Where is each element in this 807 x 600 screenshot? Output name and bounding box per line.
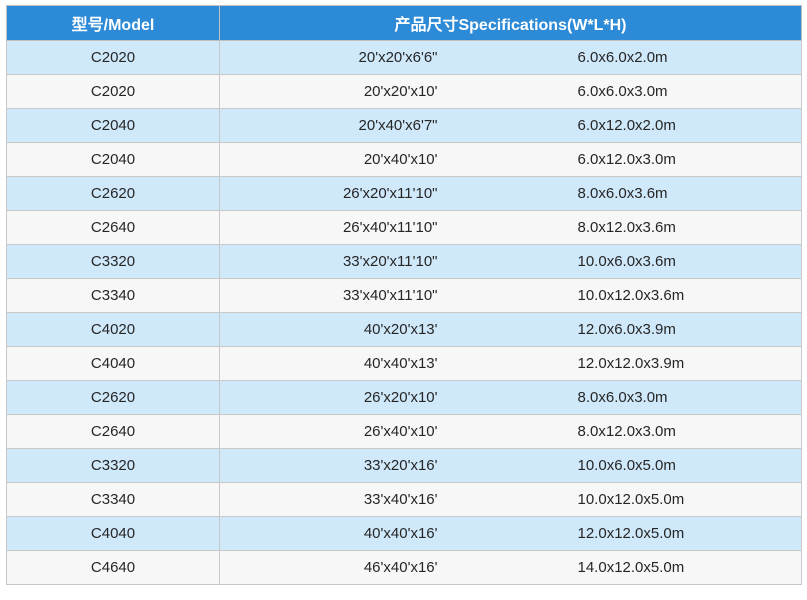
model-cell: C2640 (6, 414, 220, 449)
spec-column-header: 产品尺寸Specifications(W*L*H) (219, 5, 802, 41)
model-cell: C2040 (6, 108, 220, 143)
table-row: C2040 20'x40'x6'7" 6.0x12.0x2.0m (6, 108, 802, 143)
metric-size-cell: 12.0x6.0x3.9m (453, 312, 802, 347)
table-row: C2620 26'x20'x11'10" 8.0x6.0x3.6m (6, 176, 802, 211)
model-cell: C2020 (6, 74, 220, 109)
imperial-size-cell: 26'x40'x11'10" (219, 210, 454, 245)
table-row: C3340 33'x40'x16' 10.0x12.0x5.0m (6, 482, 802, 517)
model-cell: C3320 (6, 448, 220, 483)
metric-size-cell: 8.0x12.0x3.6m (453, 210, 802, 245)
table-row: C3320 33'x20'x11'10" 10.0x6.0x3.6m (6, 244, 802, 279)
imperial-size-cell: 26'x20'x11'10" (219, 176, 454, 211)
imperial-size-cell: 46'x40'x16' (219, 550, 454, 585)
spec-table: 型号/Model 产品尺寸Specifications(W*L*H) C2020… (6, 5, 802, 585)
table-row: C4040 40'x40'x13' 12.0x12.0x3.9m (6, 346, 802, 381)
imperial-size-cell: 40'x40'x16' (219, 516, 454, 551)
model-cell: C4040 (6, 346, 220, 381)
model-cell: C4040 (6, 516, 220, 551)
imperial-size-cell: 33'x20'x11'10" (219, 244, 454, 279)
metric-size-cell: 12.0x12.0x3.9m (453, 346, 802, 381)
metric-size-cell: 8.0x12.0x3.0m (453, 414, 802, 449)
metric-size-cell: 8.0x6.0x3.0m (453, 380, 802, 415)
model-cell: C4640 (6, 550, 220, 585)
table-row: C4640 46'x40'x16' 14.0x12.0x5.0m (6, 550, 802, 585)
metric-size-cell: 6.0x12.0x2.0m (453, 108, 802, 143)
model-cell: C2640 (6, 210, 220, 245)
model-cell: C2620 (6, 380, 220, 415)
table-row: C3320 33'x20'x16' 10.0x6.0x5.0m (6, 448, 802, 483)
metric-size-cell: 6.0x12.0x3.0m (453, 142, 802, 177)
imperial-size-cell: 26'x20'x10' (219, 380, 454, 415)
metric-size-cell: 12.0x12.0x5.0m (453, 516, 802, 551)
table-row: C2020 20'x20'x10' 6.0x6.0x3.0m (6, 74, 802, 109)
table-row: C4020 40'x20'x13' 12.0x6.0x3.9m (6, 312, 802, 347)
table-row: C2620 26'x20'x10' 8.0x6.0x3.0m (6, 380, 802, 415)
model-cell: C2040 (6, 142, 220, 177)
imperial-size-cell: 20'x20'x10' (219, 74, 454, 109)
model-cell: C4020 (6, 312, 220, 347)
metric-size-cell: 14.0x12.0x5.0m (453, 550, 802, 585)
spec-table-container: 型号/Model 产品尺寸Specifications(W*L*H) C2020… (6, 5, 802, 585)
imperial-size-cell: 33'x40'x11'10" (219, 278, 454, 313)
table-row: C3340 33'x40'x11'10" 10.0x12.0x3.6m (6, 278, 802, 313)
model-cell: C3320 (6, 244, 220, 279)
metric-size-cell: 8.0x6.0x3.6m (453, 176, 802, 211)
model-column-header: 型号/Model (6, 5, 220, 41)
imperial-size-cell: 26'x40'x10' (219, 414, 454, 449)
table-body: C2020 20'x20'x6'6" 6.0x6.0x2.0m C2020 20'x20… (6, 40, 802, 585)
metric-size-cell: 10.0x6.0x5.0m (453, 448, 802, 483)
metric-size-cell: 6.0x6.0x2.0m (453, 40, 802, 75)
imperial-size-cell: 33'x20'x16' (219, 448, 454, 483)
imperial-size-cell: 20'x40'x10' (219, 142, 454, 177)
model-cell: C2620 (6, 176, 220, 211)
model-cell: C3340 (6, 278, 220, 313)
table-row: C2040 20'x40'x10' 6.0x12.0x3.0m (6, 142, 802, 177)
imperial-size-cell: 33'x40'x16' (219, 482, 454, 517)
table-row: C4040 40'x40'x16' 12.0x12.0x5.0m (6, 516, 802, 551)
metric-size-cell: 10.0x12.0x5.0m (453, 482, 802, 517)
model-cell: C3340 (6, 482, 220, 517)
metric-size-cell: 6.0x6.0x3.0m (453, 74, 802, 109)
table-row: C2640 26'x40'x11'10" 8.0x12.0x3.6m (6, 210, 802, 245)
table-row: C2640 26'x40'x10' 8.0x12.0x3.0m (6, 414, 802, 449)
metric-size-cell: 10.0x12.0x3.6m (453, 278, 802, 313)
imperial-size-cell: 20'x40'x6'7" (219, 108, 454, 143)
imperial-size-cell: 20'x20'x6'6" (219, 40, 454, 75)
imperial-size-cell: 40'x40'x13' (219, 346, 454, 381)
imperial-size-cell: 40'x20'x13' (219, 312, 454, 347)
table-header-row: 型号/Model 产品尺寸Specifications(W*L*H) (6, 5, 802, 41)
table-row: C2020 20'x20'x6'6" 6.0x6.0x2.0m (6, 40, 802, 75)
model-cell: C2020 (6, 40, 220, 75)
metric-size-cell: 10.0x6.0x3.6m (453, 244, 802, 279)
